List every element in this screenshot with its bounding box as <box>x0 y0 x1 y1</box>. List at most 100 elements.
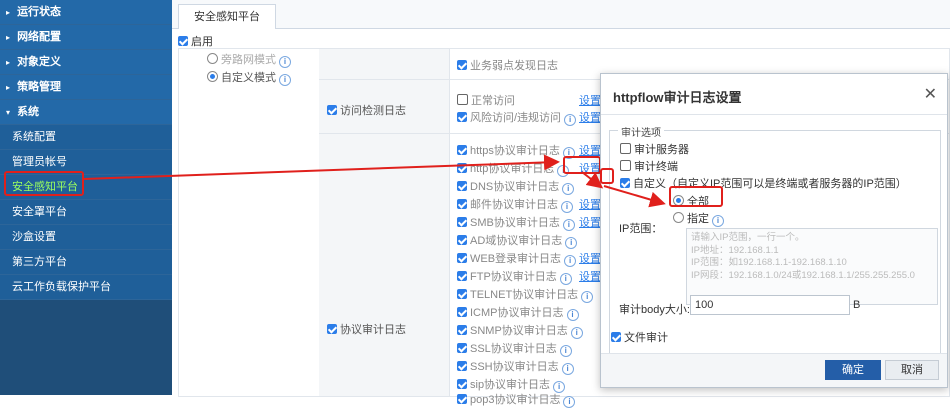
info-icon: i <box>562 219 575 231</box>
protocol-item-telnet[interactable]: TELNET协议审计日志 i <box>457 286 594 303</box>
checkbox-checked-icon <box>457 271 467 281</box>
info-icon: i <box>565 237 578 249</box>
mode-custom-radio[interactable]: 自定义模式 i <box>207 69 291 86</box>
dialog-divider <box>601 114 947 115</box>
web-login-settings-link[interactable]: 设置 <box>579 250 601 266</box>
highlight-sidebar-security-awareness <box>4 171 84 196</box>
checkbox-checked-icon <box>457 253 467 263</box>
info-icon: i <box>570 327 583 339</box>
body-size-label: 审计body大小: <box>619 304 690 316</box>
highlight-custom-checkbox <box>600 168 614 184</box>
checkbox-checked-icon <box>457 181 467 191</box>
info-icon: i <box>563 396 576 408</box>
ftp-settings-link[interactable]: 设置 <box>579 268 601 284</box>
checkbox-unchecked-icon <box>620 160 631 171</box>
checkbox-unchecked-icon <box>457 94 468 105</box>
protocol-item-web-login[interactable]: WEB登录审计日志 i <box>457 250 577 267</box>
checkbox-checked-icon <box>457 163 467 173</box>
info-icon: i <box>564 255 577 267</box>
protocol-item-ftp[interactable]: FTP协议审计日志 i <box>457 268 572 285</box>
info-icon: i <box>581 291 594 303</box>
caret-right-icon: ▸ <box>6 83 11 92</box>
protocol-item-https[interactable]: https协议审计日志 i <box>457 142 575 159</box>
sidebar-item-third-party[interactable]: 第三方平台 <box>0 250 172 275</box>
protocol-item-ssh[interactable]: SSH协议审计日志 i <box>457 358 574 375</box>
httpflow-audit-dialog: httpflow审计日志设置 ✕ 审计选项 审计服务器 审计终端 自定义（自定义… <box>600 73 948 388</box>
caret-right-icon: ▸ <box>6 58 11 67</box>
protocol-item-smb[interactable]: SMB协议审计日志 i <box>457 214 575 231</box>
checkbox-checked-icon <box>178 36 188 46</box>
sidebar-item-network-config[interactable]: ▸ 网络配置 <box>0 25 172 50</box>
protocol-item-ad[interactable]: AD域协议审计日志 i <box>457 232 578 249</box>
checkbox-checked-icon <box>457 379 467 389</box>
protocol-item-icmp[interactable]: ICMP协议审计日志 i <box>457 304 579 321</box>
mode-column: 旁路网模式 i 自定义模式 i <box>179 49 320 396</box>
mode-bypass-radio[interactable]: 旁路网模式 i <box>207 51 291 68</box>
info-icon: i <box>564 114 577 126</box>
info-icon: i <box>561 363 574 375</box>
protocol-audit-checkbox[interactable]: 协议审计日志 <box>327 321 406 337</box>
sidebar-item-sandbox[interactable]: 沙盒设置 <box>0 225 172 250</box>
sidebar-item-object-definition[interactable]: ▸ 对象定义 <box>0 50 172 75</box>
ip-range-textarea[interactable]: 请输入IP范围，一行一个。 IP地址：192.168.1.1 IP范围：如192… <box>686 228 938 305</box>
info-icon: i <box>559 345 572 357</box>
dialog-title: httpflow审计日志设置 <box>613 90 742 105</box>
close-icon[interactable]: ✕ <box>924 84 937 104</box>
checkbox-checked-icon <box>457 343 467 353</box>
normal-access-item[interactable]: 正常访问 <box>457 92 515 108</box>
ok-button[interactable]: 确定 <box>825 360 881 380</box>
radio-icon <box>207 53 218 64</box>
caret-right-icon: ▸ <box>6 8 11 17</box>
protocol-item-ssl[interactable]: SSL协议审计日志 i <box>457 340 572 357</box>
info-icon: i <box>279 74 291 86</box>
ip-specify-radio[interactable]: 指定 i <box>673 210 724 227</box>
info-icon: i <box>712 215 724 227</box>
checkbox-checked-icon <box>457 361 467 371</box>
vuln-log-item[interactable]: 业务弱点发现日志 <box>457 57 558 73</box>
info-icon: i <box>566 309 579 321</box>
checkbox-checked-icon <box>457 60 467 70</box>
checkbox-checked-icon <box>457 217 467 227</box>
body-size-input[interactable]: 100 <box>690 295 850 315</box>
info-icon: i <box>561 201 573 213</box>
audit-terminal-checkbox[interactable]: 审计终端 <box>620 158 678 174</box>
body-size-unit: B <box>853 299 861 311</box>
tab-security-awareness[interactable]: 安全感知平台 <box>178 4 276 29</box>
info-icon: i <box>562 183 575 195</box>
caret-down-icon: ▾ <box>6 108 11 117</box>
protocol-item-mail[interactable]: 邮件协议审计日志 i <box>457 196 573 213</box>
sidebar-item-security-shield[interactable]: 安全罩平台 <box>0 200 172 225</box>
normal-access-settings-link[interactable]: 设置 <box>579 92 601 108</box>
smb-settings-link[interactable]: 设置 <box>579 214 601 230</box>
highlight-http-settings <box>563 156 601 174</box>
sidebar-item-system-config[interactable]: 系统配置 <box>0 125 172 150</box>
sidebar-item-runtime-status[interactable]: ▸ 运行状态 <box>0 0 172 25</box>
sidebar-item-cloud-workload[interactable]: 云工作负载保护平台 <box>0 275 172 300</box>
checkbox-checked-icon <box>457 307 467 317</box>
checkbox-checked-icon <box>457 145 467 155</box>
risk-access-settings-link[interactable]: 设置 <box>579 109 601 125</box>
enable-checkbox[interactable]: 启用 <box>178 33 213 49</box>
checkbox-checked-icon <box>457 235 467 245</box>
checkbox-checked-icon <box>457 325 467 335</box>
checkbox-checked-icon <box>457 394 467 404</box>
checkbox-checked-icon <box>611 332 621 342</box>
mail-settings-link[interactable]: 设置 <box>579 196 601 212</box>
dialog-footer: 确定 取消 <box>601 353 947 387</box>
protocol-item-snmp[interactable]: SNMP协议审计日志 i <box>457 322 583 339</box>
checkbox-checked-icon <box>327 105 337 115</box>
sidebar-item-system[interactable]: ▾ 系统 <box>0 100 172 125</box>
custom-range-checkbox[interactable]: 自定义（自定义IP范围可以是终端或者服务器的IP范围） <box>620 175 907 191</box>
protocol-item-pop3[interactable]: pop3协议审计日志 i <box>457 391 576 408</box>
risk-access-item[interactable]: 风险访问/违规访问 i <box>457 109 577 126</box>
protocol-item-http[interactable]: http协议审计日志 i <box>457 160 570 177</box>
file-audit-checkbox[interactable]: 文件审计 <box>611 329 668 345</box>
protocol-item-dns[interactable]: DNS协议审计日志 i <box>457 178 575 195</box>
tab-bar: 安全感知平台 <box>172 0 950 29</box>
sidebar-item-policy-management[interactable]: ▸ 策略管理 <box>0 75 172 100</box>
sidebar: ▸ 运行状态 ▸ 网络配置 ▸ 对象定义 ▸ 策略管理 ▾ 系统 系统配置 管理… <box>0 0 172 395</box>
cancel-button[interactable]: 取消 <box>885 360 939 380</box>
audit-server-checkbox[interactable]: 审计服务器 <box>620 141 689 157</box>
access-log-checkbox[interactable]: 访问检测日志 <box>327 102 406 118</box>
caret-right-icon: ▸ <box>6 33 11 42</box>
